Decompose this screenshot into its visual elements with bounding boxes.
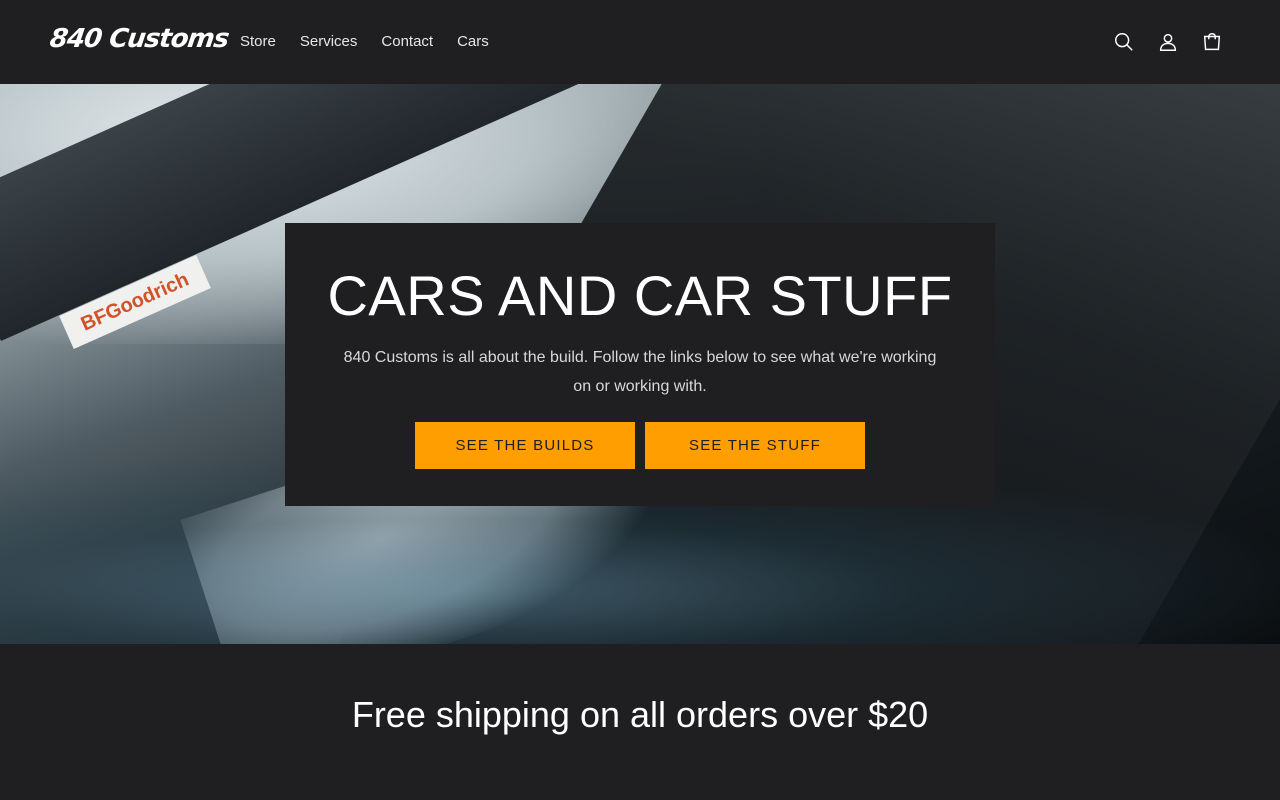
hero-description: 840 Customs is all about the build. Foll… — [343, 349, 937, 395]
nav-link-cars[interactable]: Cars — [457, 33, 489, 50]
shipping-text: Free shipping on all orders over $20 — [351, 694, 929, 735]
header-icons — [1092, 30, 1224, 54]
see-the-stuff-button[interactable]: SEE THE STUFF — [645, 422, 865, 469]
shipping-banner: Free shipping on all orders over $20 — [0, 644, 1280, 800]
site-header: 840 Customs Store Services Contact Cars — [0, 0, 1280, 84]
search-icon[interactable] — [1112, 30, 1136, 54]
main-nav: Store Services Contact Cars — [240, 33, 513, 50]
account-icon[interactable] — [1156, 30, 1180, 54]
cart-icon[interactable] — [1200, 30, 1224, 54]
hero-buttons: SEE THE BUILDS SEE THE STUFF — [285, 422, 995, 469]
hero-title: CARS AND CAR STUFF — [327, 264, 953, 327]
nav-link-store[interactable]: Store — [240, 33, 276, 50]
nav-link-contact[interactable]: Contact — [381, 33, 433, 50]
hero-content-box: CARS AND CAR STUFF 840 Customs is all ab… — [285, 223, 995, 506]
site-logo[interactable]: 840 Customs — [48, 24, 230, 54]
nav-link-services[interactable]: Services — [300, 33, 358, 50]
see-the-builds-button[interactable]: SEE THE BUILDS — [415, 422, 635, 469]
